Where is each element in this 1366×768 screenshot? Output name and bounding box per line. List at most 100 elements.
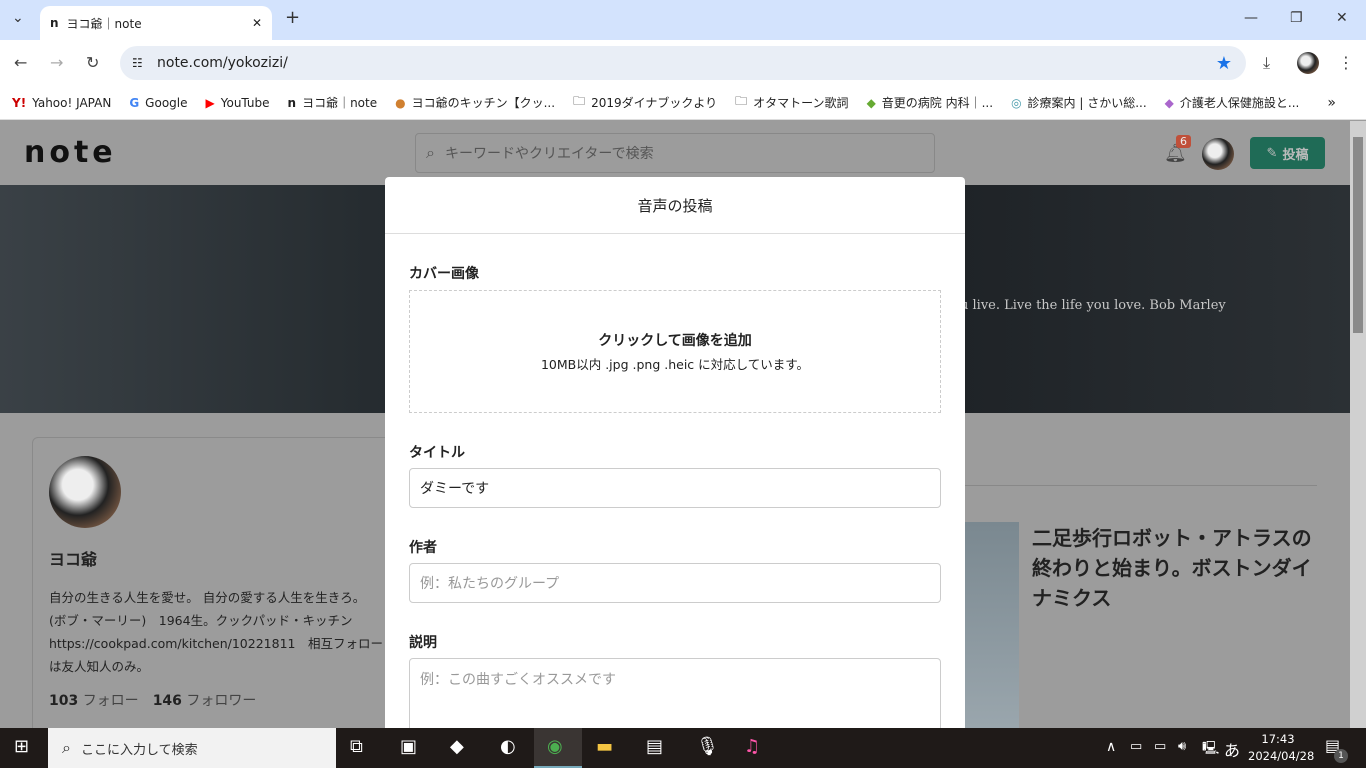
follow-stats: 103 フォロー 146 フォロワー <box>49 690 256 710</box>
task-view-icon[interactable]: ⧉ <box>350 736 363 757</box>
title-label: タイトル <box>409 445 465 461</box>
cookpad-link[interactable]: https://cookpad.com/kitchen/10221811 <box>49 636 295 651</box>
scrollbar[interactable] <box>1350 121 1366 728</box>
notification-count: 1 <box>1334 749 1348 763</box>
google-icon: G <box>129 95 140 110</box>
follower-link[interactable]: フォロワー <box>186 693 256 709</box>
bookmark-item[interactable]: ◆ 介護老人保健施設と... <box>1165 94 1300 111</box>
network-icon[interactable]: 🖳 <box>1202 739 1219 761</box>
chrome-taskbar-button[interactable]: ◉ <box>534 728 582 768</box>
more-bookmarks-icon[interactable]: » <box>1327 95 1336 111</box>
search-icon: ⌕ <box>426 143 435 162</box>
cover-hint: 10MB以内 .jpg .png .heic に対応しています。 <box>540 357 810 372</box>
youtube-icon: ▶ <box>205 95 215 110</box>
cookpad-icon: ● <box>395 95 406 110</box>
app-icon[interactable]: ◐ <box>500 736 516 757</box>
bookmark-item[interactable]: ◆ 音更の病院 内科｜... <box>867 94 994 111</box>
bookmark-label: 2019ダイナブックより <box>591 96 718 110</box>
bookmark-item[interactable]: Y! Yahoo! JAPAN <box>12 96 111 110</box>
modal-title: 音声の投稿 <box>385 177 965 234</box>
note-icon: n <box>287 95 297 110</box>
close-tab-icon[interactable]: ✕ <box>252 16 262 30</box>
volume-icon[interactable]: 🔊︎ <box>1178 739 1186 754</box>
bookmark-item[interactable]: ● ヨコ爺のキッチン【クッ... <box>395 94 555 111</box>
bookmark-star-icon[interactable]: ★ <box>1216 53 1232 74</box>
title-input[interactable]: ダミーです <box>409 468 941 508</box>
minimize-icon[interactable]: — <box>1244 10 1258 26</box>
ime-indicator[interactable]: あ <box>1224 737 1240 761</box>
banner-quote: u live. Live the life you love. Bob Marl… <box>960 298 1226 313</box>
bookmark-folder[interactable]: 🗀 2019ダイナブックより <box>573 92 717 113</box>
post-label: 投稿 <box>1282 147 1309 163</box>
bookmark-label: ヨコ爺のキッチン【クッ... <box>411 96 556 110</box>
clinic-icon: ◎ <box>1011 95 1022 110</box>
cover-cta: クリックして画像を追加 <box>598 333 752 349</box>
profile-avatar[interactable] <box>1297 52 1319 74</box>
windows-start-icon[interactable]: ⊞ <box>14 736 29 757</box>
description-label: 説明 <box>409 635 437 651</box>
yahoo-icon: Y! <box>12 95 27 110</box>
bio-text: 自分の生きる人生を愛せ。 自分の愛する人生を生きろ。 (ボブ・マーリー) 196… <box>49 590 366 628</box>
search-input[interactable]: ⌕ キーワードやクリエイターで検索 <box>415 133 935 173</box>
toolbar: ← → ↻ ☷ note.com/yokozizi/ ★ ⤓ ⋮ <box>0 40 1366 86</box>
chrome-icon: ◉ <box>547 736 563 757</box>
note-favicon-icon: n <box>50 16 59 30</box>
microphone-icon[interactable]: 🎙︎ <box>696 736 719 757</box>
itunes-icon[interactable]: ♫ <box>744 736 760 757</box>
restore-icon[interactable]: ❐ <box>1290 10 1303 26</box>
reload-icon[interactable]: ↻ <box>86 53 99 72</box>
note-logo[interactable]: note <box>24 135 117 170</box>
bookmark-label: 診療案内 | さかい総... <box>1027 96 1147 110</box>
follower-count: 146 <box>152 693 182 709</box>
file-explorer-icon[interactable]: ▬ <box>596 736 613 757</box>
show-hidden-icons[interactable]: ∧ <box>1106 739 1116 755</box>
address-bar[interactable]: ☷ note.com/yokozizi/ ★ <box>120 46 1246 80</box>
care-icon: ◆ <box>1164 95 1174 110</box>
bookmark-item[interactable]: ▶ YouTube <box>206 96 270 110</box>
forward-icon[interactable]: → <box>50 53 63 72</box>
tab-active[interactable]: n ヨコ爺｜note ✕ <box>40 6 272 40</box>
profile-card: ヨコ爺 自分の生きる人生を愛せ。 自分の愛する人生を生きろ。 (ボブ・マーリー)… <box>32 437 392 728</box>
battery-icon[interactable]: ▭ <box>1154 739 1166 754</box>
meet-icon[interactable]: ▭ <box>1130 739 1142 754</box>
notification-badge: 6 <box>1176 135 1191 148</box>
post-button[interactable]: ✎ 投稿 <box>1250 137 1325 169</box>
search-icon: ⌕ <box>62 738 71 757</box>
article-thumbnail[interactable] <box>965 522 1019 728</box>
download-icon[interactable]: ⤓ <box>1263 53 1270 73</box>
profile-name: ヨコ爺 <box>49 550 98 569</box>
tab-search-icon[interactable]: ⌄ <box>12 10 24 26</box>
search-placeholder: キーワードやクリエイターで検索 <box>444 146 654 162</box>
follow-link[interactable]: フォロー <box>83 693 139 709</box>
bookmark-item[interactable]: ◎ 診療案内 | さかい総... <box>1011 94 1147 111</box>
bookmark-label: YouTube <box>220 95 270 110</box>
tab-bar: ⌄ n ヨコ爺｜note ✕ + — ❐ ✕ <box>0 0 1366 40</box>
bookmark-folder[interactable]: 🗀 オタマトーン歌詞 <box>735 92 848 113</box>
profile-bio: 自分の生きる人生を愛せ。 自分の愛する人生を生きろ。 (ボブ・マーリー) 196… <box>49 586 385 678</box>
cover-label: カバー画像 <box>409 266 479 282</box>
back-icon[interactable]: ← <box>14 53 27 72</box>
author-input[interactable]: 例：私たちのグループ <box>409 563 941 603</box>
bookmark-item[interactable]: n ヨコ爺｜note <box>288 94 378 111</box>
user-avatar[interactable] <box>1202 138 1234 170</box>
menu-icon[interactable]: ⋮ <box>1338 53 1354 72</box>
article-title[interactable]: 二足歩行ロボット・アトラスの終わりと始まり。ボストンダイナミクス <box>1032 523 1312 613</box>
close-window-icon[interactable]: ✕ <box>1336 10 1348 26</box>
author-label: 作者 <box>409 540 437 556</box>
site-info-icon[interactable]: ☷ <box>132 56 143 70</box>
taskbar-search[interactable]: ⌕ ここに入力して検索 <box>48 728 336 768</box>
app-icon[interactable]: ▣ <box>400 736 417 757</box>
scrollbar-thumb[interactable] <box>1353 137 1363 333</box>
hospital-icon: ◆ <box>866 95 876 110</box>
new-tab-icon[interactable]: + <box>285 7 300 28</box>
divider <box>965 485 1317 486</box>
app-icon[interactable]: ◆ <box>450 736 464 757</box>
profile-avatar[interactable] <box>49 456 121 528</box>
follow-count: 103 <box>49 693 79 709</box>
cover-image-dropzone[interactable]: クリックして画像を追加 10MB以内 .jpg .png .heic に対応して… <box>409 290 941 413</box>
bookmark-item[interactable]: G Google <box>129 96 187 110</box>
app-icon[interactable]: ▤ <box>646 736 663 757</box>
clock[interactable]: 17:43 2024/04/28 <box>1248 731 1314 765</box>
bookmark-label: Google <box>145 95 188 110</box>
bookmark-label: 介護老人保健施設と... <box>1179 96 1300 110</box>
